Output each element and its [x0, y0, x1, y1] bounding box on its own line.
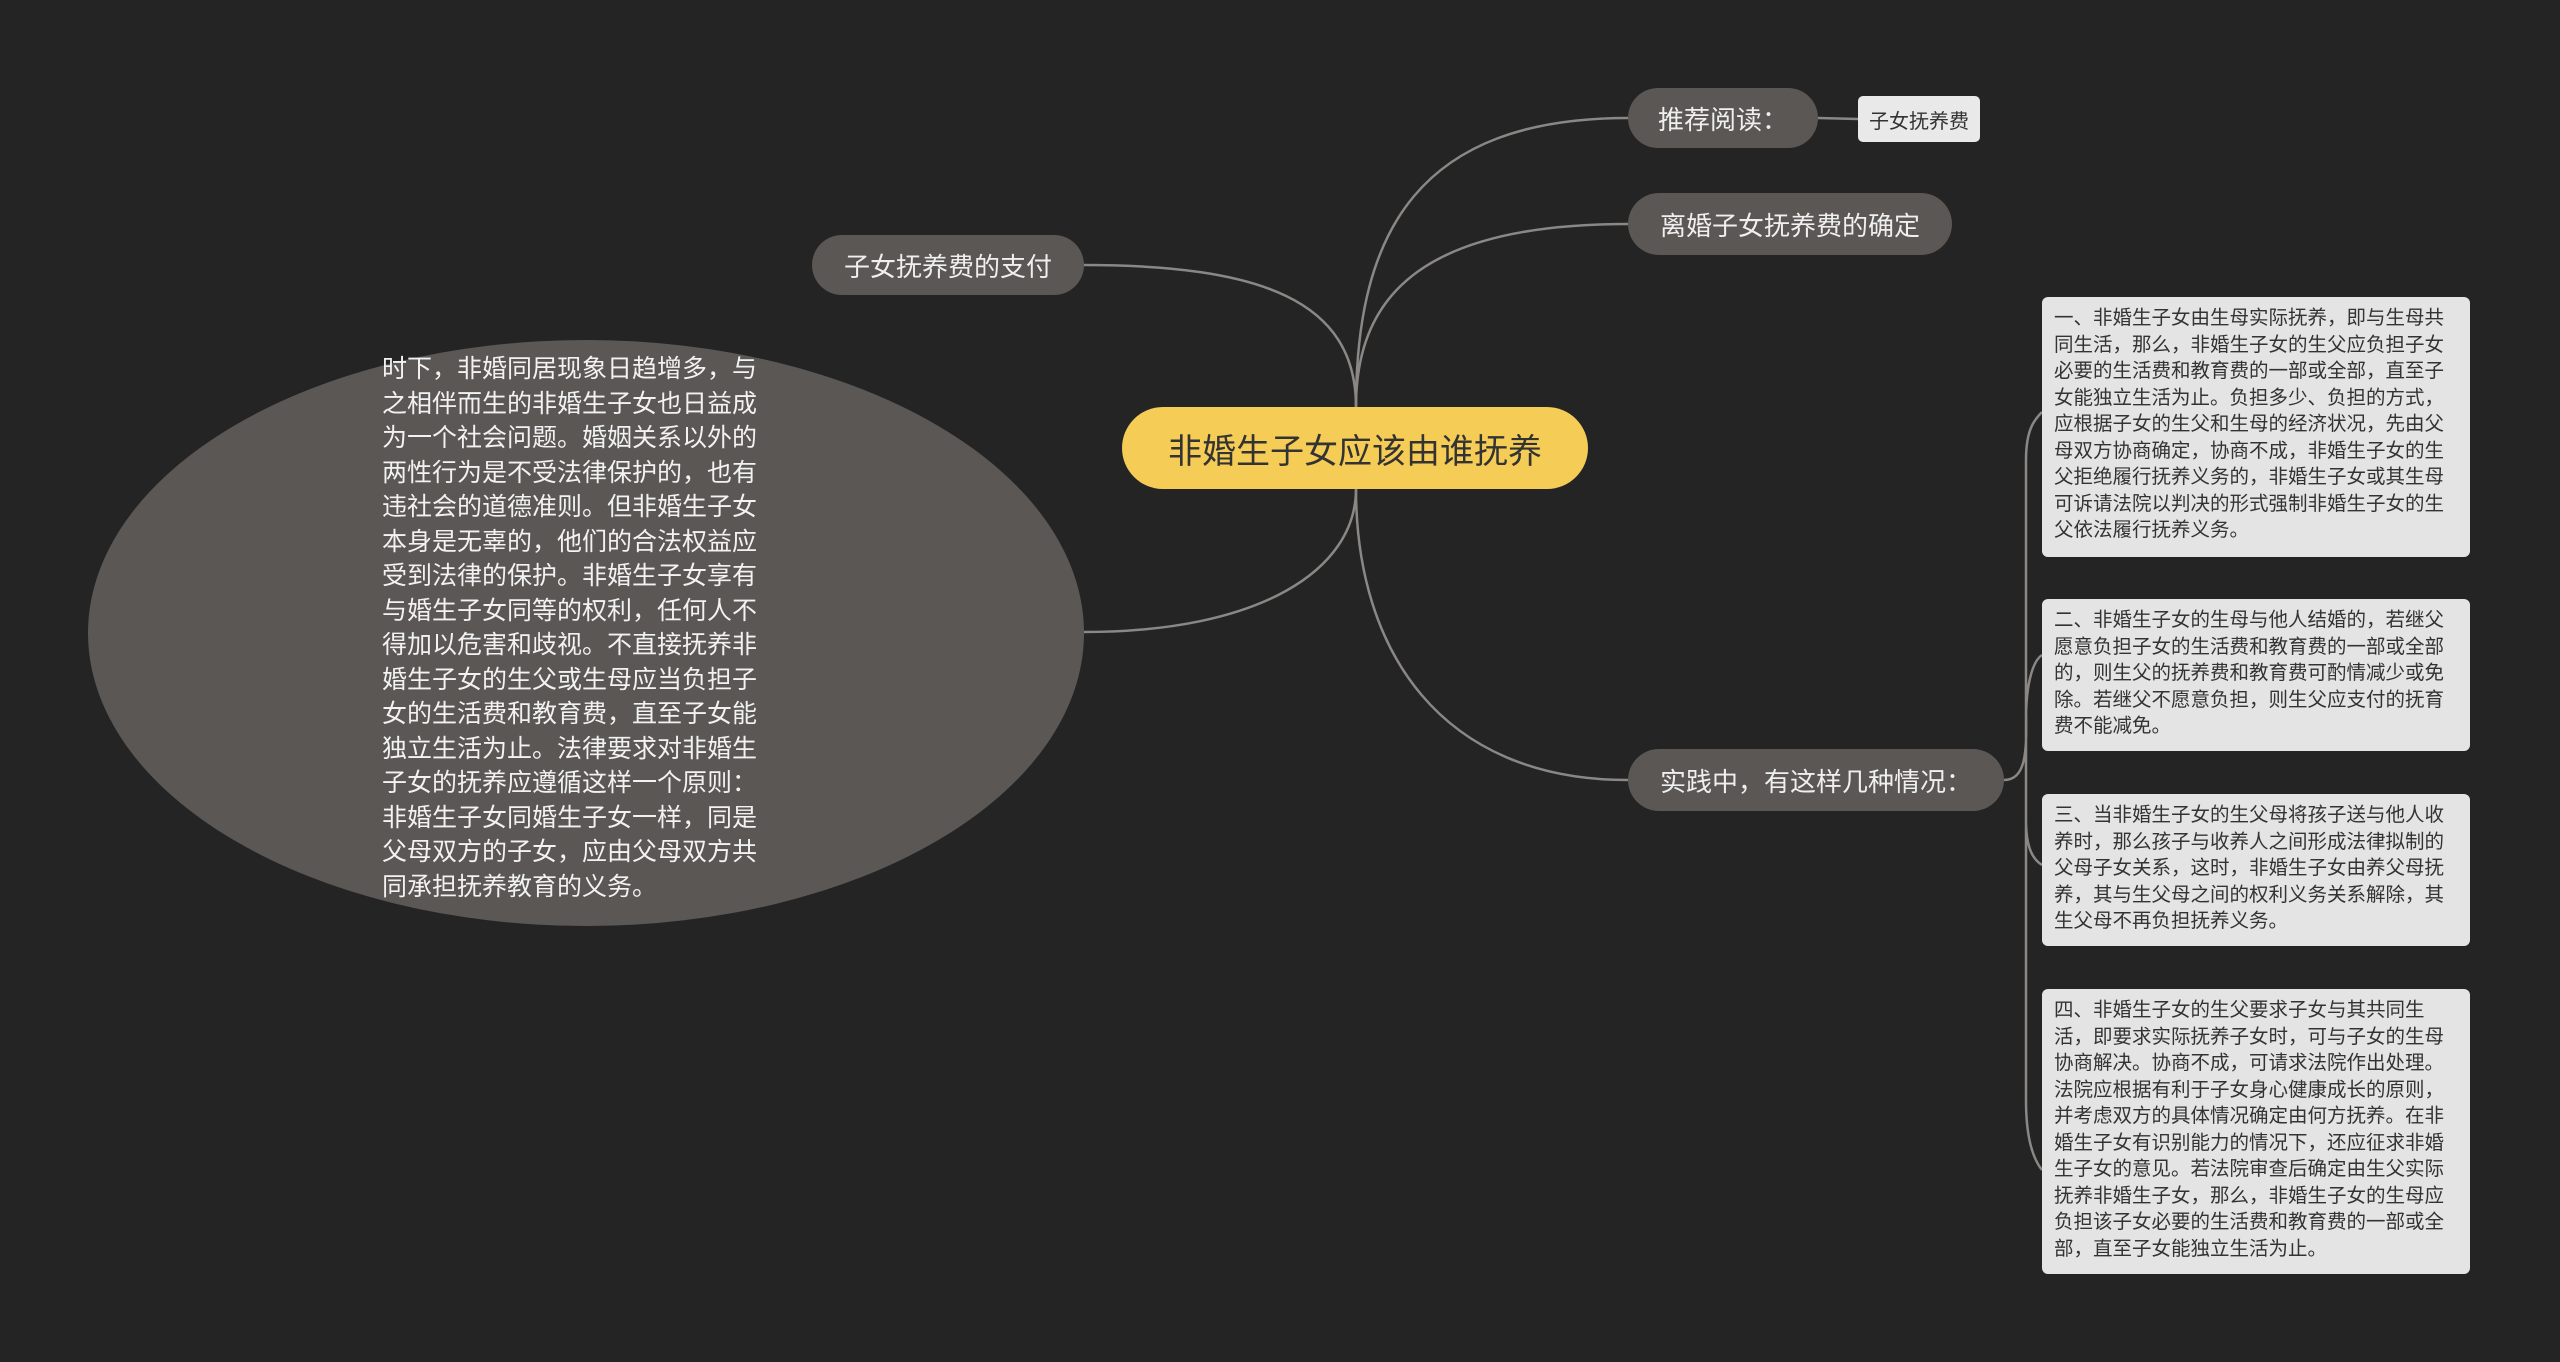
- situation-card-2[interactable]: 二、非婚生子女的生母与他人结婚的，若继父愿意负担子女的生活费和教育费的一部或全部…: [2042, 599, 2470, 751]
- situation-card-4[interactable]: 四、非婚生子女的生父要求子女与其共同生活，即要求实际抚养子女时，可与子女的生母协…: [2042, 989, 2470, 1274]
- link-root-recommend: [1354, 116, 1629, 408]
- situation-card-1[interactable]: 一、非婚生子女由生母实际抚养，即与生母共同生活，那么，非婚生子女的生父应负担子女…: [2042, 297, 2470, 557]
- link-root-divorce: [1354, 222, 1629, 408]
- situation-card-4-text: 四、非婚生子女的生父要求子女与其共同生活，即要求实际抚养子女时，可与子女的生母协…: [2054, 998, 2445, 1260]
- link-root-oval: [1083, 488, 1358, 634]
- topic-divorce-child-support-label: 离婚子女抚养费的确定: [1659, 211, 1920, 242]
- topic-recommend-reading-label: 推荐阅读：: [1657, 105, 1788, 136]
- situation-card-3-text: 三、当非婚生子女的生父母将孩子送与他人收养时，那么孩子与收养人之间形成法律拟制的…: [2054, 803, 2445, 932]
- topic-divorce-child-support[interactable]: 离婚子女抚养费的确定: [1628, 193, 1952, 255]
- situation-card-3[interactable]: 三、当非婚生子女的生父母将孩子送与他人收养时，那么孩子与收养人之间形成法律拟制的…: [2042, 794, 2470, 946]
- link-root-left-topic: [1082, 263, 1358, 408]
- root-topic[interactable]: 非婚生子女应该由谁抚养: [1122, 407, 1588, 489]
- situation-card-2-text: 二、非婚生子女的生母与他人结婚的，若继父愿意负担子女的生活费和教育费的一部或全部…: [2054, 608, 2445, 737]
- recommend-link-tag[interactable]: 子女抚养费: [1858, 96, 1980, 142]
- situation-card-1-text: 一、非婚生子女由生母实际抚养，即与生母共同生活，那么，非婚生子女的生父应负担子女…: [2054, 306, 2445, 541]
- topic-practice-situations-label: 实践中，有这样几种情况：: [1659, 767, 1972, 798]
- detail-oval-text: 时下，非婚同居现象日趋增多，与之相伴而生的非婚生子女也日益成为一个社会问题。婚姻…: [382, 354, 758, 901]
- link-practice-cards: [2003, 411, 2043, 1171]
- recommend-link-tag-label: 子女抚养费: [1869, 108, 1969, 133]
- root-topic-label: 非婚生子女应该由谁抚养: [1168, 431, 1542, 472]
- topic-child-support-payment-label: 子女抚养费的支付: [843, 252, 1052, 283]
- topic-practice-situations[interactable]: 实践中，有这样几种情况：: [1628, 749, 2004, 811]
- topic-recommend-reading[interactable]: 推荐阅读：: [1628, 88, 1818, 148]
- link-root-practice: [1354, 488, 1629, 782]
- topic-child-support-payment[interactable]: 子女抚养费的支付: [812, 235, 1084, 295]
- mind-map-canvas: 非婚生子女应该由谁抚养 子女抚养费的支付 时下，非婚同居现象日趋增多，与之相伴而…: [0, 0, 2560, 1362]
- link-recommend-tag: [1817, 116, 1859, 121]
